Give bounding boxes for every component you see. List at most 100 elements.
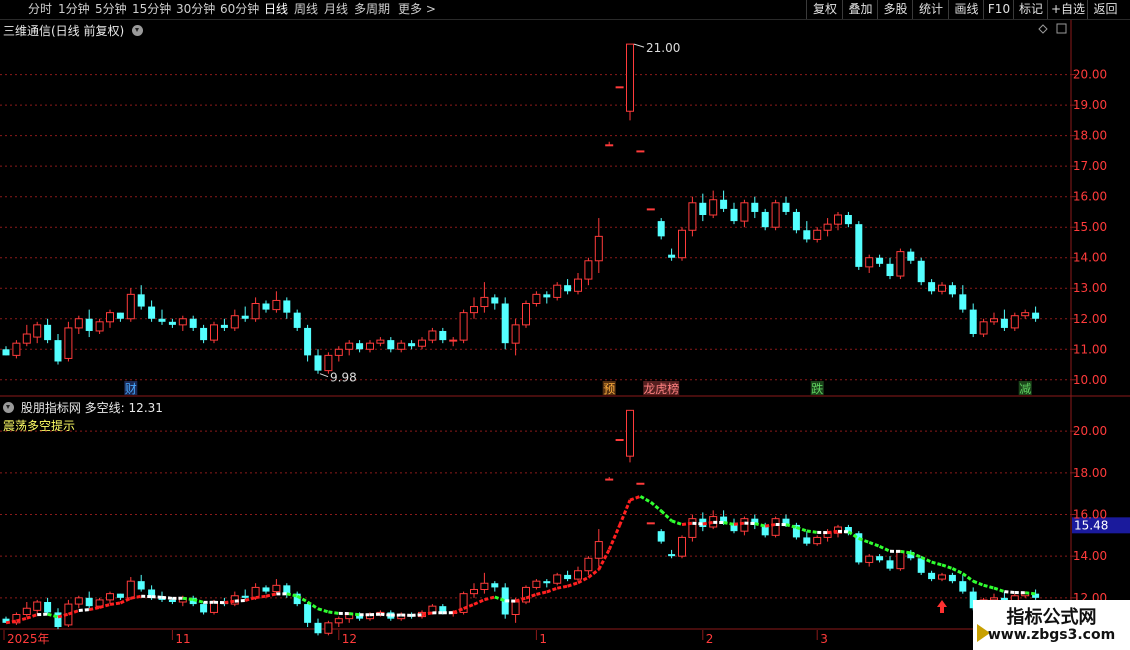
candle bbox=[730, 518, 738, 534]
candle bbox=[85, 591, 93, 611]
buy-arrow-icon bbox=[937, 600, 947, 613]
candle bbox=[928, 279, 936, 295]
candle bbox=[428, 327, 437, 344]
candle bbox=[324, 620, 333, 636]
candle-body bbox=[262, 303, 270, 310]
candle bbox=[646, 522, 655, 525]
candle-body bbox=[387, 340, 395, 350]
candle bbox=[803, 531, 811, 546]
y-tick-label: 10.00 bbox=[1073, 373, 1107, 387]
candle-body bbox=[615, 439, 624, 441]
candle-body bbox=[168, 321, 176, 325]
candle-body bbox=[158, 318, 166, 322]
candle-body bbox=[564, 574, 572, 580]
candle-body bbox=[241, 595, 249, 598]
trend-segment bbox=[78, 608, 90, 613]
candle-body bbox=[428, 330, 437, 341]
candle-body bbox=[480, 582, 489, 590]
candle-body bbox=[740, 202, 749, 222]
trend-segment bbox=[411, 613, 423, 617]
candle-body bbox=[803, 230, 811, 240]
candle-body bbox=[813, 536, 822, 545]
candle-body bbox=[491, 297, 499, 304]
candle bbox=[564, 570, 572, 582]
candle bbox=[594, 218, 603, 273]
candle bbox=[449, 337, 458, 347]
y-tick-label: 18.00 bbox=[1073, 129, 1107, 143]
candle-body bbox=[636, 150, 645, 153]
candle bbox=[54, 334, 62, 365]
candle bbox=[491, 581, 499, 592]
candle-body bbox=[605, 144, 614, 147]
candle bbox=[678, 535, 686, 559]
candle-body bbox=[678, 229, 686, 259]
candle bbox=[22, 602, 31, 617]
candle-body bbox=[688, 202, 697, 231]
candle bbox=[668, 248, 676, 261]
y-tick-label: 20.00 bbox=[1073, 68, 1107, 82]
candle bbox=[22, 324, 31, 347]
candle-body bbox=[574, 278, 582, 292]
candle bbox=[470, 297, 478, 319]
trend-segment bbox=[993, 586, 1005, 594]
candle bbox=[720, 190, 728, 212]
candle-body bbox=[85, 597, 93, 607]
trend-segment bbox=[878, 544, 891, 553]
kline-chart[interactable]: 21.009.98财预龙虎榜跌减15.48 10.0011.0012.0013.… bbox=[0, 0, 1130, 650]
trend-segment bbox=[224, 599, 236, 605]
candle-body bbox=[532, 580, 541, 588]
candle bbox=[304, 602, 312, 627]
candle bbox=[896, 248, 905, 280]
candle bbox=[376, 337, 385, 347]
trend-segment bbox=[827, 529, 839, 535]
candle bbox=[615, 439, 624, 441]
trend-segment bbox=[692, 521, 703, 526]
candle-body bbox=[886, 560, 894, 569]
candle-body bbox=[397, 342, 406, 350]
candle-body bbox=[126, 293, 135, 320]
candle bbox=[44, 318, 52, 344]
candle-body bbox=[324, 622, 333, 634]
candle-body bbox=[168, 599, 176, 602]
candle bbox=[501, 297, 509, 350]
candle bbox=[439, 327, 447, 344]
candle-body bbox=[74, 318, 83, 329]
candle-body bbox=[688, 518, 697, 538]
candle-body bbox=[106, 593, 114, 601]
candle bbox=[304, 324, 312, 362]
candle-body bbox=[678, 536, 686, 557]
candle-body bbox=[751, 202, 759, 212]
candle-body bbox=[200, 604, 208, 613]
candle bbox=[688, 514, 697, 542]
trend-segment bbox=[941, 563, 953, 570]
candle bbox=[116, 593, 124, 600]
candle-body bbox=[54, 612, 62, 627]
candle bbox=[137, 285, 145, 310]
trend-segment bbox=[868, 540, 881, 548]
candle bbox=[865, 254, 874, 273]
candle-body bbox=[408, 343, 416, 347]
candle bbox=[771, 516, 780, 538]
candle-body bbox=[865, 555, 874, 563]
candle-body bbox=[418, 339, 426, 347]
trend-segment bbox=[536, 590, 548, 596]
candle bbox=[272, 579, 281, 594]
trend-segment bbox=[900, 549, 912, 555]
candle-body bbox=[283, 300, 291, 313]
candle bbox=[522, 300, 530, 328]
candle bbox=[646, 208, 655, 211]
candle bbox=[283, 297, 291, 319]
candle bbox=[200, 324, 208, 344]
candle-body bbox=[896, 251, 905, 277]
candle bbox=[553, 572, 562, 586]
candle bbox=[751, 196, 759, 219]
y-tick-label: 18.00 bbox=[1073, 466, 1107, 480]
candle-body bbox=[813, 229, 822, 240]
candle bbox=[44, 597, 52, 615]
candle bbox=[740, 516, 749, 536]
y-tick-label: 12.00 bbox=[1073, 312, 1107, 326]
candle bbox=[979, 318, 988, 338]
candle bbox=[553, 282, 562, 301]
candle-body bbox=[844, 215, 852, 225]
trend-segment bbox=[182, 596, 194, 602]
